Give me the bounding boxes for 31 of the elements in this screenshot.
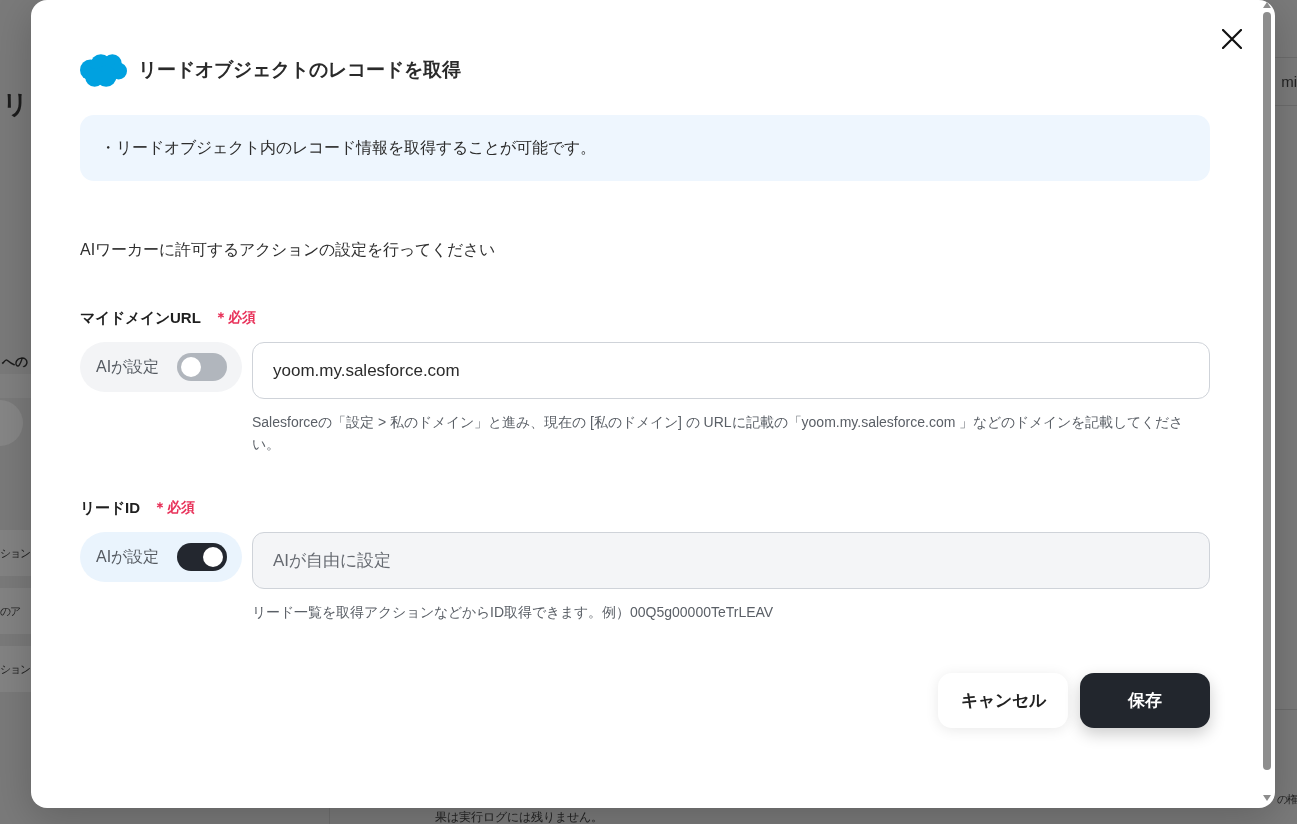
- close-icon: [1222, 29, 1242, 49]
- section-text: の権: [1277, 792, 1297, 806]
- instruction-text: AIワーカーに許可するアクションの設定を行ってください: [80, 240, 497, 260]
- scrollbar-thumb[interactable]: [1263, 12, 1271, 770]
- ai-setting-toggle[interactable]: AIが設定: [80, 342, 242, 392]
- ai-setting-toggle[interactable]: AIが設定: [80, 532, 242, 582]
- toggle-switch[interactable]: [177, 353, 227, 381]
- info-banner: ・リードオブジェクト内のレコード情報を取得することが可能です。: [80, 115, 1210, 181]
- section-label: への: [2, 353, 28, 371]
- list-item[interactable]: ション: [0, 646, 31, 692]
- list-item[interactable]: ション: [0, 530, 31, 576]
- cancel-button[interactable]: キャンセル: [938, 673, 1068, 728]
- help-text: リード一覧を取得アクションなどからID取得できます。例）00Q5g00000TeTrLEAV: [252, 603, 775, 622]
- list-item[interactable]: のア: [0, 588, 31, 634]
- field-label: マイドメインURL: [80, 308, 201, 328]
- text-input[interactable]: yoom.my.salesforce.com: [252, 342, 1210, 399]
- help-text: Salesforceの「設定 > 私のドメイン」と進み、現在の [私のドメイン] の URLに記載の「yoom.my.salesforce.com 」などのドメインを記載してください。: [252, 413, 1185, 454]
- required-mark: ＊必須: [153, 499, 195, 517]
- required-mark: ＊必須: [213, 309, 256, 327]
- close-button[interactable]: [1221, 28, 1243, 50]
- field-label: リードID: [80, 498, 140, 518]
- scroll-up-icon[interactable]: [1263, 2, 1271, 8]
- cloud-logo-icon: [80, 53, 127, 87]
- page-heading: リ: [2, 88, 29, 120]
- footer-note: 果は実行ログには残りません。: [434, 810, 604, 824]
- dialog-title: リードオブジェクトのレコードを取得: [138, 58, 461, 82]
- save-button[interactable]: 保存: [1080, 673, 1210, 728]
- header-text: mi: [1281, 73, 1297, 90]
- scroll-down-icon[interactable]: [1263, 795, 1271, 801]
- text-input[interactable]: AIが自由に設定: [252, 532, 1210, 589]
- toggle-switch[interactable]: [177, 543, 227, 571]
